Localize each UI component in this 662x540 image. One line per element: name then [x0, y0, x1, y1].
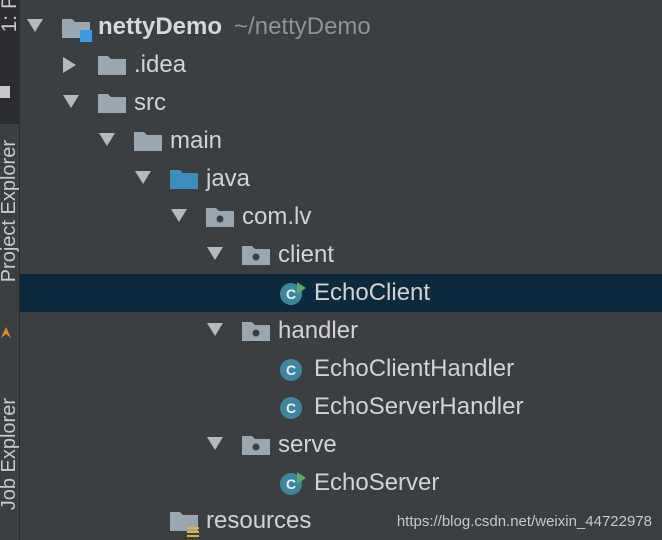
expanded-arrow-icon[interactable]	[207, 236, 227, 274]
runnable-class-icon: C	[278, 274, 306, 312]
hadoop-icon	[0, 325, 12, 338]
class-icon: C	[278, 350, 306, 388]
expanded-arrow-icon[interactable]	[207, 312, 227, 350]
svg-text:C: C	[286, 400, 296, 416]
folder-icon	[134, 122, 162, 160]
collapsed-arrow-icon[interactable]	[63, 46, 83, 84]
tool-window-strip: 1: Proje Project Explorer Job Explorer	[0, 0, 21, 540]
package-icon	[206, 198, 234, 236]
package-icon	[242, 236, 270, 274]
tree-row-echo-server-handler[interactable]: C EchoServerHandler	[20, 388, 662, 426]
serve-label: serve	[278, 431, 337, 458]
expanded-arrow-icon[interactable]	[63, 84, 83, 122]
package-label: com.lv	[242, 203, 312, 230]
handler-label: handler	[278, 317, 359, 344]
expanded-arrow-icon[interactable]	[171, 198, 191, 236]
tree-row-package[interactable]: com.lv	[20, 198, 662, 236]
project-tab-label: 1: Proje	[0, 0, 21, 32]
svg-text:C: C	[286, 476, 296, 492]
echo-server-handler-label: EchoServerHandler	[314, 393, 524, 420]
echo-client-handler-label: EchoClientHandler	[314, 355, 515, 382]
tree-row-serve[interactable]: serve	[20, 426, 662, 464]
module-folder-icon	[62, 8, 92, 46]
tree-row-src[interactable]: src	[20, 84, 662, 122]
expanded-arrow-icon[interactable]	[99, 122, 119, 160]
java-label: java	[206, 165, 251, 192]
expanded-arrow-icon[interactable]	[207, 426, 227, 464]
project-tree: nettyDemo ~/nettyDemo .idea src main jav…	[20, 0, 662, 540]
source-folder-icon	[170, 160, 198, 198]
tree-row-idea[interactable]: .idea	[20, 46, 662, 84]
root-name: nettyDemo	[98, 13, 223, 40]
idea-label: .idea	[134, 51, 187, 78]
package-icon	[242, 426, 270, 464]
svg-text:C: C	[286, 362, 296, 378]
main-label: main	[170, 127, 223, 154]
src-label: src	[134, 89, 166, 116]
client-label: client	[278, 241, 335, 268]
watermark-text: https://blog.csdn.net/weixin_44722978	[396, 513, 652, 530]
tab-marker-icon	[0, 86, 10, 98]
resources-folder-icon	[170, 502, 199, 540]
echo-server-label: EchoServer	[314, 469, 440, 496]
tree-row-echo-server[interactable]: C EchoServer	[20, 464, 662, 502]
folder-icon	[98, 46, 126, 84]
resources-label: resources	[206, 507, 312, 534]
svg-text:C: C	[286, 286, 296, 302]
root-path: ~/nettyDemo	[234, 13, 371, 40]
project-explorer-tab[interactable]: Project Explorer	[0, 140, 20, 282]
package-icon	[242, 312, 270, 350]
expanded-arrow-icon[interactable]	[135, 160, 155, 198]
job-explorer-tab[interactable]: Job Explorer	[0, 398, 20, 510]
tree-row-main[interactable]: main	[20, 122, 662, 160]
project-tool-tab[interactable]: 1: Proje	[0, 0, 21, 124]
folder-icon	[98, 84, 126, 122]
tree-row-echo-client-handler[interactable]: C EchoClientHandler	[20, 350, 662, 388]
echo-client-label: EchoClient	[314, 279, 431, 306]
tree-row-java[interactable]: java	[20, 160, 662, 198]
tree-row-handler[interactable]: handler	[20, 312, 662, 350]
root-label: nettyDemo ~/nettyDemo	[98, 8, 371, 46]
class-icon: C	[278, 388, 306, 426]
tree-row-root[interactable]: nettyDemo ~/nettyDemo	[20, 8, 662, 46]
tree-row-echo-client[interactable]: C EchoClient	[20, 274, 662, 312]
expanded-arrow-icon[interactable]	[27, 8, 47, 46]
tree-row-client[interactable]: client	[20, 236, 662, 274]
runnable-class-icon: C	[278, 464, 306, 502]
